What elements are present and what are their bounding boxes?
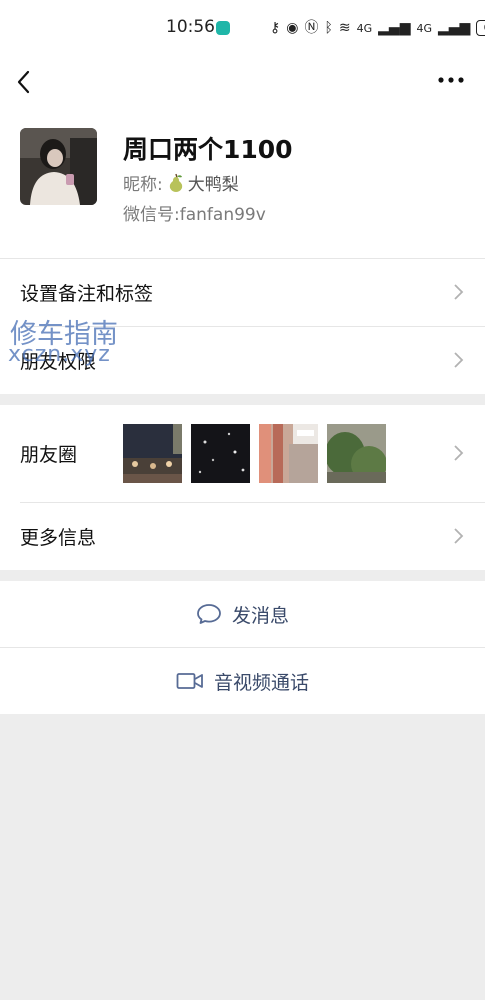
signal-1-label: 4G [356, 21, 373, 35]
nfc-icon: Ⓝ [304, 20, 319, 36]
bluetooth-icon: ᛒ [324, 20, 333, 36]
video-camera-icon [176, 673, 203, 689]
more-horizontal-icon [438, 77, 464, 83]
send-message-button[interactable]: 发消息 [0, 581, 485, 647]
pear-icon [169, 173, 182, 192]
chat-bubble-icon [197, 604, 221, 624]
send-message-label: 发消息 [231, 604, 289, 627]
moments-thumbnails[interactable] [123, 424, 386, 483]
profile-header: 周口两个1100 昵称: 大鸭梨 微信号:fanfan99v [0, 108, 485, 258]
moments-label: 朋友圈 [20, 444, 78, 466]
moments-photo [123, 424, 182, 483]
nickname-value: 大鸭梨 [187, 175, 239, 195]
chevron-right-icon [454, 528, 464, 544]
eye-icon: ◉ [286, 20, 299, 36]
chevron-right-icon [454, 352, 464, 368]
back-button[interactable] [10, 66, 40, 98]
key-icon: ⚷ [270, 20, 281, 36]
battery-indicator: 65 [476, 20, 485, 36]
app-notification-icon [216, 21, 230, 35]
av-call-button[interactable]: 音视频通话 [0, 648, 485, 714]
avatar[interactable] [20, 128, 97, 205]
more-info-label: 更多信息 [20, 526, 97, 549]
more-info-row[interactable]: 更多信息 [0, 502, 485, 570]
remark-tags-label: 设置备注和标签 [20, 282, 154, 305]
watermark-url: xczn.xyz [8, 342, 111, 367]
nav-bar [0, 58, 485, 108]
status-bar: 10:56 ⚷ ◉ Ⓝ ᛒ ≋ 4G ▂▄▆ 4G ▂▄▆ 65 [0, 0, 485, 58]
signal-bars-2-icon: ▂▄▆ [438, 20, 471, 36]
wechat-id-row: 微信号:fanfan99v [123, 200, 266, 225]
wechat-id-value: fanfan99v [179, 205, 266, 225]
remark-tags-row[interactable]: 设置备注和标签 [0, 258, 485, 326]
signal-bars-icon: ▂▄▆ [378, 20, 411, 36]
status-time: 10:56 [166, 17, 215, 37]
signal-2-label: 4G [416, 21, 432, 35]
wechat-id-label: 微信号: [123, 205, 180, 225]
chevron-right-icon [454, 284, 464, 300]
moments-photo [327, 424, 386, 483]
nickname-row: 昵称: 大鸭梨 [123, 170, 239, 195]
profile-name: 周口两个1100 [123, 135, 293, 164]
chevron-right-icon [454, 445, 464, 461]
moments-photo [191, 424, 250, 483]
nickname-label: 昵称: [123, 175, 163, 195]
wifi-icon: ≋ [338, 20, 351, 36]
moments-photo [259, 424, 318, 483]
more-button[interactable] [436, 68, 466, 92]
settings-section: 设置备注和标签 朋友权限 [0, 258, 485, 394]
status-icons: ⚷ ◉ Ⓝ ᛒ ≋ 4G ▂▄▆ 4G ▂▄▆ 65 [270, 18, 485, 38]
av-call-label: 音视频通话 [213, 671, 309, 694]
chevron-left-icon [17, 70, 30, 94]
